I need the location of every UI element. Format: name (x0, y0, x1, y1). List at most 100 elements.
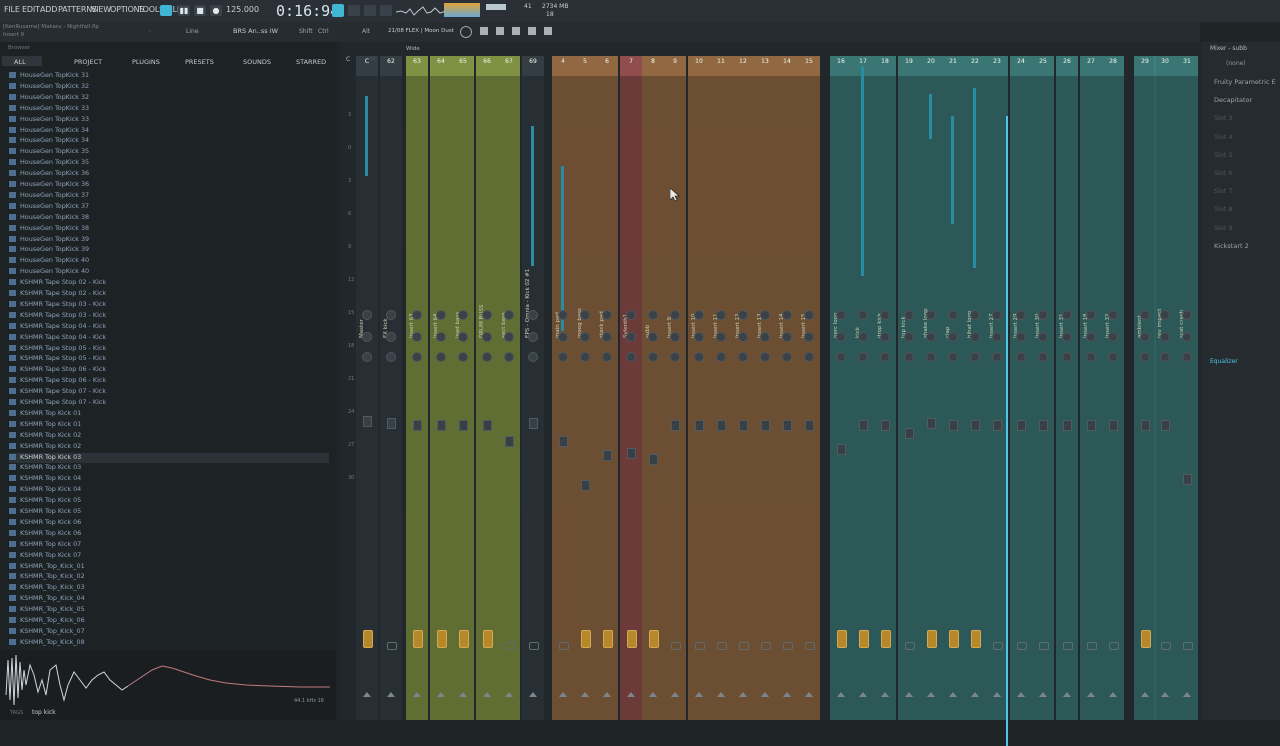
pan-knob[interactable] (1086, 310, 1096, 320)
volume-knob[interactable] (948, 352, 958, 362)
track-name-box[interactable]: Insert 63 (409, 278, 419, 338)
volume-knob[interactable] (880, 352, 890, 362)
fx-enable-button[interactable] (1017, 642, 1027, 650)
browser-item[interactable]: KSHMR Top Kick 07 (9, 540, 329, 550)
volume-fader[interactable] (649, 454, 658, 465)
pan-knob[interactable] (626, 310, 636, 320)
route-arrow-icon[interactable] (505, 692, 513, 697)
volume-knob[interactable] (1108, 352, 1118, 362)
master-pitch-slider[interactable] (486, 4, 506, 10)
stereo-knob[interactable] (602, 332, 612, 342)
current-pattern-label[interactable]: 21/08 FLEX | Moon Dust (388, 28, 454, 34)
record-icon[interactable]: ● (210, 5, 222, 16)
browser-item[interactable]: KSHMR_Top_Kick_02 (9, 572, 329, 582)
track-color-header[interactable]: 69 (522, 56, 544, 76)
route-arrow-icon[interactable] (717, 692, 725, 697)
track-name-box[interactable]: perc loop (833, 278, 843, 338)
tags-value[interactable]: top kick (32, 709, 56, 716)
stereo-knob[interactable] (458, 332, 468, 342)
stereo-knob[interactable] (836, 332, 846, 342)
pan-knob[interactable] (782, 310, 792, 320)
browser-tab-sounds[interactable]: SOUNDS (243, 58, 271, 66)
volume-knob[interactable] (760, 352, 770, 362)
fx-enable-button[interactable] (805, 642, 815, 650)
mixer-track-66[interactable]: 66 DRUM BUSS (476, 56, 498, 720)
track-name-box[interactable]: stack pad (599, 278, 609, 338)
browser-item[interactable]: KSHMR_Top_Kick_03 (9, 583, 329, 593)
mixer-track-5[interactable]: 5 moog bass (574, 56, 596, 720)
browser-item[interactable]: HouseGen TopKick 37 (9, 202, 329, 212)
browser-item[interactable]: HouseGen TopKick 40 (9, 256, 329, 266)
route-arrow-icon[interactable] (927, 692, 935, 697)
volume-knob[interactable] (1182, 352, 1192, 362)
route-arrow-icon[interactable] (695, 692, 703, 697)
route-arrow-icon[interactable] (437, 692, 445, 697)
mixer-track-14[interactable]: 14 Insert 14 (776, 56, 798, 720)
volume-knob[interactable] (1086, 352, 1096, 362)
stereo-knob[interactable] (760, 332, 770, 342)
track-name-box[interactable]: Master (359, 278, 369, 338)
pan-knob[interactable] (1140, 310, 1150, 320)
track-color-header[interactable]: 11 (710, 56, 732, 76)
track-name-box[interactable]: Insert 29 (1013, 278, 1023, 338)
menu-file[interactable]: FILE (4, 5, 20, 14)
channel-preset-select[interactable]: BRS An..ss IW (233, 27, 278, 35)
fx-enable-button[interactable] (1183, 642, 1193, 650)
pan-knob[interactable] (362, 310, 372, 320)
fx-enable-button[interactable] (993, 642, 1003, 650)
fx-enable-button[interactable] (1109, 642, 1119, 650)
stereo-knob[interactable] (738, 332, 748, 342)
stereo-knob[interactable] (992, 332, 1002, 342)
fx-enable-button[interactable] (459, 630, 469, 648)
route-arrow-icon[interactable] (559, 692, 567, 697)
volume-fader[interactable] (603, 450, 612, 461)
track-name-box[interactable]: Insert 27 (989, 278, 999, 338)
fx-enable-button[interactable] (1087, 642, 1097, 650)
browser-item[interactable]: KSHMR Tape Stop 06 - Kick (9, 376, 329, 386)
pan-knob[interactable] (648, 310, 658, 320)
track-color-header[interactable]: 10 (688, 56, 710, 76)
stereo-knob[interactable] (386, 332, 396, 342)
track-name-box[interactable]: Insert 18 (1083, 278, 1093, 338)
browser-item[interactable]: KSHMR Tape Stop 04 - Kick (9, 322, 329, 332)
route-arrow-icon[interactable] (881, 692, 889, 697)
mixer-track-12[interactable]: 12 Insert 12 (732, 56, 754, 720)
track-name-box[interactable]: hihat loop (967, 278, 977, 338)
volume-knob[interactable] (504, 352, 514, 362)
stereo-knob[interactable] (804, 332, 814, 342)
browser-item[interactable]: HouseGen TopKick 32 (9, 93, 329, 103)
track-name-box[interactable]: ambient (1137, 278, 1147, 338)
browser-item[interactable]: KSHMR Top Kick 05 (9, 496, 329, 506)
volume-fader[interactable] (671, 420, 680, 431)
pan-knob[interactable] (904, 310, 914, 320)
track-color-header[interactable]: 64 (430, 56, 452, 76)
track-color-header[interactable]: 31 (1176, 56, 1198, 76)
volume-fader[interactable] (581, 480, 590, 491)
track-color-header[interactable]: 8 (642, 56, 664, 76)
browser-item[interactable]: HouseGen TopKick 37 (9, 191, 329, 201)
mixer-track-31[interactable]: 31 scat crash (1176, 56, 1198, 720)
track-name-box[interactable]: Insert 10 (691, 278, 701, 338)
pan-knob[interactable] (948, 310, 958, 320)
volume-fader[interactable] (905, 428, 914, 439)
fx-enable-button[interactable] (363, 630, 373, 648)
volume-fader[interactable] (529, 418, 538, 429)
volume-fader[interactable] (1017, 420, 1026, 431)
fx-enable-button[interactable] (437, 630, 447, 648)
countdown-icon[interactable] (364, 5, 376, 16)
pan-knob[interactable] (1016, 310, 1026, 320)
fx-enable-button[interactable] (1141, 630, 1151, 648)
track-name-box[interactable]: Insert 14 (779, 278, 789, 338)
fx-enable-button[interactable] (649, 630, 659, 648)
volume-fader[interactable] (993, 420, 1002, 431)
pan-knob[interactable] (670, 310, 680, 320)
volume-fader[interactable] (927, 418, 936, 429)
volume-fader[interactable] (459, 420, 468, 431)
insert-slot[interactable]: Kickstart 2 (1214, 242, 1249, 250)
fx-enable-button[interactable] (761, 642, 771, 650)
mixer-track-17[interactable]: 17 kick (852, 56, 874, 720)
track-name-box[interactable]: Insert 32 (1105, 278, 1115, 338)
fx-enable-button[interactable] (581, 630, 591, 648)
mixer-track-26[interactable]: 26 Insert 31 (1056, 56, 1078, 720)
pan-knob[interactable] (970, 310, 980, 320)
